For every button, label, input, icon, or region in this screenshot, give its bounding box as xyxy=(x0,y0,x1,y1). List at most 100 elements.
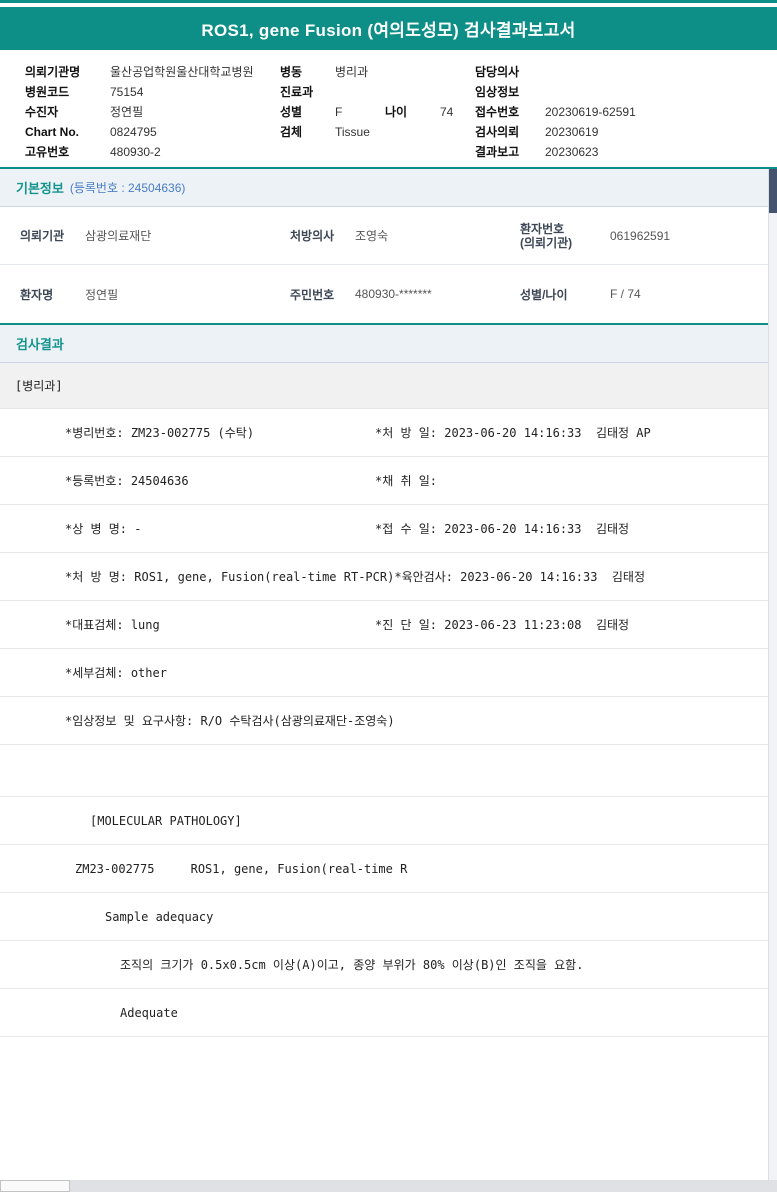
header-field-label: 임상정보 xyxy=(475,85,520,99)
section-title-basic-info: 기본정보 xyxy=(16,181,64,196)
header-field-row: 검사의뢰 20230619 xyxy=(475,122,777,142)
header-field-value: 정연필 xyxy=(110,105,144,119)
patient-header: 의뢰기관명 울산공업학원울산대학교병원 병원코드 75154 수진자 정연필 C… xyxy=(0,50,777,167)
header-field-value: 20230619 xyxy=(545,125,599,139)
result-detail-row: *세부검체: other xyxy=(0,649,777,697)
molecular-row: 조직의 크기가 0.5x0.5cm 이상(A)이고, 종양 부위가 80% 이상… xyxy=(0,941,777,989)
result-right-text: *진 단 일: 2023-06-23 11:23:08 김태정 xyxy=(375,618,630,632)
header-field-value: 75154 xyxy=(110,85,144,99)
age-label: 나이 xyxy=(385,105,408,119)
age-value: 74 xyxy=(440,105,454,119)
result-left-text: *병리번호: ZM23-002775 (수탁) xyxy=(65,426,255,440)
report-title-bar: ROS1, gene Fusion (여의도성모) 검사결과보고서 xyxy=(0,7,777,50)
header-field-row: 결과보고 20230623 xyxy=(475,142,777,162)
report-page: ROS1, gene Fusion (여의도성모) 검사결과보고서 의뢰기관명 … xyxy=(0,0,777,1192)
patient-number-cell: 환자번호 (의뢰기관) 061962591 xyxy=(520,222,777,250)
referring-org-label: 의뢰기관 xyxy=(20,229,65,243)
molecular-row: Adequate xyxy=(0,989,777,1037)
header-field-row-sex-age: 성별 F 나이 74 xyxy=(280,102,475,122)
result-left-text: *상 병 명: - xyxy=(65,522,142,536)
patient-number-label-line2: (의뢰기관) xyxy=(520,235,573,250)
header-field-row: 병동 병리과 xyxy=(280,62,475,82)
section-results-bar: 검사결과 xyxy=(0,323,777,363)
result-detail-row: *임상정보 및 요구사항: R/O 수탁검사(삼광의료재단-조영숙) xyxy=(0,697,777,745)
molecular-row: ZM23-002775 ROS1, gene, Fusion(real-time… xyxy=(0,845,777,893)
header-field-value: 병리과 xyxy=(335,65,369,79)
header-field-value: Tissue xyxy=(335,125,370,139)
department-band: [병리과] xyxy=(0,363,777,409)
sex-age-label: 성별/나이 xyxy=(520,287,568,302)
molecular-text: [MOLECULAR PATHOLOGY] xyxy=(90,813,242,828)
top-accent-strip xyxy=(0,0,777,3)
section-title-results: 검사결과 xyxy=(16,337,64,352)
patient-number-label: 환자번호 (의뢰기관) xyxy=(520,222,610,250)
header-column-2: 병동 병리과 진료과 성별 F 나이 74 검체 Tissue xyxy=(280,62,475,167)
header-field-label: 고유번호 xyxy=(25,145,70,159)
result-left-text: *임상정보 및 요구사항: R/O 수탁검사(삼광의료재단-조영숙) xyxy=(65,714,395,728)
result-detail-row: *상 병 명: - *접 수 일: 2023-06-20 14:16:33 김태… xyxy=(0,505,777,553)
patient-number-value: 061962591 xyxy=(610,228,671,243)
result-right-text: *육안검사: 2023-06-20 14:16:33 김태정 xyxy=(394,570,646,584)
header-field-value: 울산공업학원울산대학교병원 xyxy=(110,65,254,79)
result-left-text: *등록번호: 24504636 xyxy=(65,474,189,488)
header-field-row: 의뢰기관명 울산공업학원울산대학교병원 xyxy=(25,62,280,82)
registration-number-note: (등록번호 : 24504636) xyxy=(69,181,186,195)
horizontal-scrollbar[interactable] xyxy=(0,1180,777,1192)
result-right-text: *접 수 일: 2023-06-20 14:16:33 김태정 xyxy=(375,522,630,536)
resident-number-cell: 주민번호 480930-******* xyxy=(290,286,520,303)
result-right-text: *처 방 일: 2023-06-20 14:16:33 김태정 AP xyxy=(375,426,651,440)
horizontal-scrollbar-thumb[interactable] xyxy=(0,1180,70,1192)
molecular-row: Sample adequacy xyxy=(0,893,777,941)
prescribing-doctor-cell: 처방의사 조영숙 xyxy=(290,227,520,244)
header-field-label: 검사의뢰 xyxy=(475,125,520,139)
header-field-row: 접수번호 20230619-62591 xyxy=(475,102,777,122)
result-right-text: *채 취 일: xyxy=(375,474,438,488)
header-field-label: 담당의사 xyxy=(475,65,520,79)
header-field-value: 480930-2 xyxy=(110,145,161,159)
header-field-row: 담당의사 xyxy=(475,62,777,82)
result-detail-rows: *병리번호: ZM23-002775 (수탁) *처 방 일: 2023-06-… xyxy=(0,409,777,1180)
basic-info-table: 의뢰기관 삼광의료재단 처방의사 조영숙 환자번호 (의뢰기관) 0619625… xyxy=(0,207,777,323)
patient-name-label: 환자명 xyxy=(20,287,54,302)
report-title: ROS1, gene Fusion (여의도성모) 검사결과보고서 xyxy=(201,21,576,40)
header-field-row: 진료과 xyxy=(280,82,475,102)
molecular-text: 조직의 크기가 0.5x0.5cm 이상(A)이고, 종양 부위가 80% 이상… xyxy=(120,958,584,972)
referring-org-cell: 의뢰기관 삼광의료재단 xyxy=(20,227,290,244)
header-column-1: 의뢰기관명 울산공업학원울산대학교병원 병원코드 75154 수진자 정연필 C… xyxy=(25,62,280,167)
basic-info-row: 환자명 정연필 주민번호 480930-******* 성별/나이 F / 74 xyxy=(0,265,777,323)
header-field-label: Chart No. xyxy=(25,125,79,139)
header-field-label: 결과보고 xyxy=(475,145,520,159)
molecular-text: Sample adequacy xyxy=(105,909,214,924)
resident-number-value: 480930-******* xyxy=(355,287,432,301)
header-field-value: F xyxy=(335,105,343,119)
basic-info-row: 의뢰기관 삼광의료재단 처방의사 조영숙 환자번호 (의뢰기관) 0619625… xyxy=(0,207,777,265)
molecular-row: [MOLECULAR PATHOLOGY] xyxy=(0,797,777,845)
referring-org-value: 삼광의료재단 xyxy=(85,229,152,243)
result-detail-row: *대표검체: lung *진 단 일: 2023-06-23 11:23:08 … xyxy=(0,601,777,649)
section-basic-info-bar: 기본정보 (등록번호 : 24504636) xyxy=(0,167,777,207)
vertical-scrollbar-thumb[interactable] xyxy=(769,169,777,213)
header-field-value: 20230623 xyxy=(545,145,599,159)
result-detail-row: *등록번호: 24504636 *채 취 일: xyxy=(0,457,777,505)
sex-age-value: F / 74 xyxy=(610,287,641,301)
header-field-label: 병원코드 xyxy=(25,85,70,99)
header-field-row: 임상정보 xyxy=(475,82,777,102)
header-field-label: 성별 xyxy=(280,105,303,119)
header-field-row: 검체 Tissue xyxy=(280,122,475,142)
header-field-label: 진료과 xyxy=(280,85,314,99)
blank-row xyxy=(0,745,777,797)
sex-age-cell: 성별/나이 F / 74 xyxy=(520,286,777,303)
patient-name-cell: 환자명 정연필 xyxy=(20,286,290,303)
prescribing-doctor-label: 처방의사 xyxy=(290,229,335,243)
result-detail-row: *처 방 명: ROS1, gene, Fusion(real-time RT-… xyxy=(0,553,777,601)
header-field-label: 병동 xyxy=(280,65,303,79)
header-field-row: 병원코드 75154 xyxy=(25,82,280,102)
patient-number-label-line1: 환자번호 xyxy=(520,221,565,236)
result-detail-row: *병리번호: ZM23-002775 (수탁) *처 방 일: 2023-06-… xyxy=(0,409,777,457)
result-left-text: *대표검체: lung xyxy=(65,618,160,632)
empty-space xyxy=(0,1037,777,1180)
molecular-text: Adequate xyxy=(120,1005,178,1020)
vertical-scrollbar[interactable] xyxy=(768,169,777,1180)
result-left-text: *세부검체: other xyxy=(65,666,167,680)
header-field-label: 의뢰기관명 xyxy=(25,65,81,79)
